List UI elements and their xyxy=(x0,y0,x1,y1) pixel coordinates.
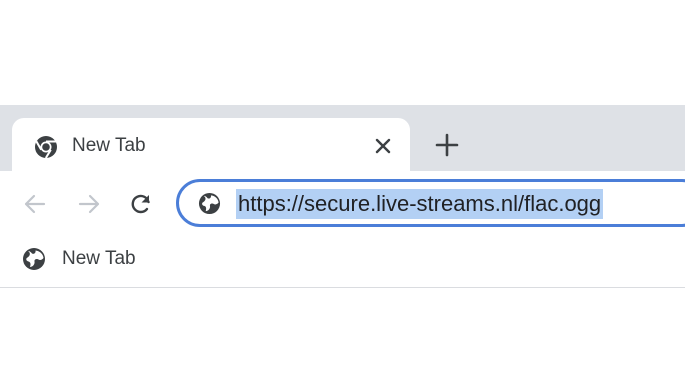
chrome-logo-icon xyxy=(35,136,57,159)
tab-title: New Tab xyxy=(72,135,146,156)
toolbar: https://secure.live-streams.nl/flac.ogg xyxy=(0,171,685,237)
browser-window: New Tab https://secure.live-streams.nl/f… xyxy=(0,0,685,385)
arrow-left-icon[interactable] xyxy=(22,191,48,217)
arrow-right-icon[interactable] xyxy=(76,191,102,217)
bookmark-label: New Tab xyxy=(62,248,136,269)
globe-icon xyxy=(198,192,221,215)
tab-strip: New Tab xyxy=(0,105,685,171)
address-bar[interactable]: https://secure.live-streams.nl/flac.ogg xyxy=(176,179,685,227)
plus-icon[interactable] xyxy=(434,132,460,158)
tab-new-tab[interactable]: New Tab xyxy=(12,118,410,171)
close-icon[interactable] xyxy=(371,134,395,158)
bookmarks-bar: New Tab xyxy=(0,237,685,288)
url-text[interactable]: https://secure.live-streams.nl/flac.ogg xyxy=(236,189,604,219)
globe-icon xyxy=(23,248,45,270)
reload-icon[interactable] xyxy=(128,191,154,217)
